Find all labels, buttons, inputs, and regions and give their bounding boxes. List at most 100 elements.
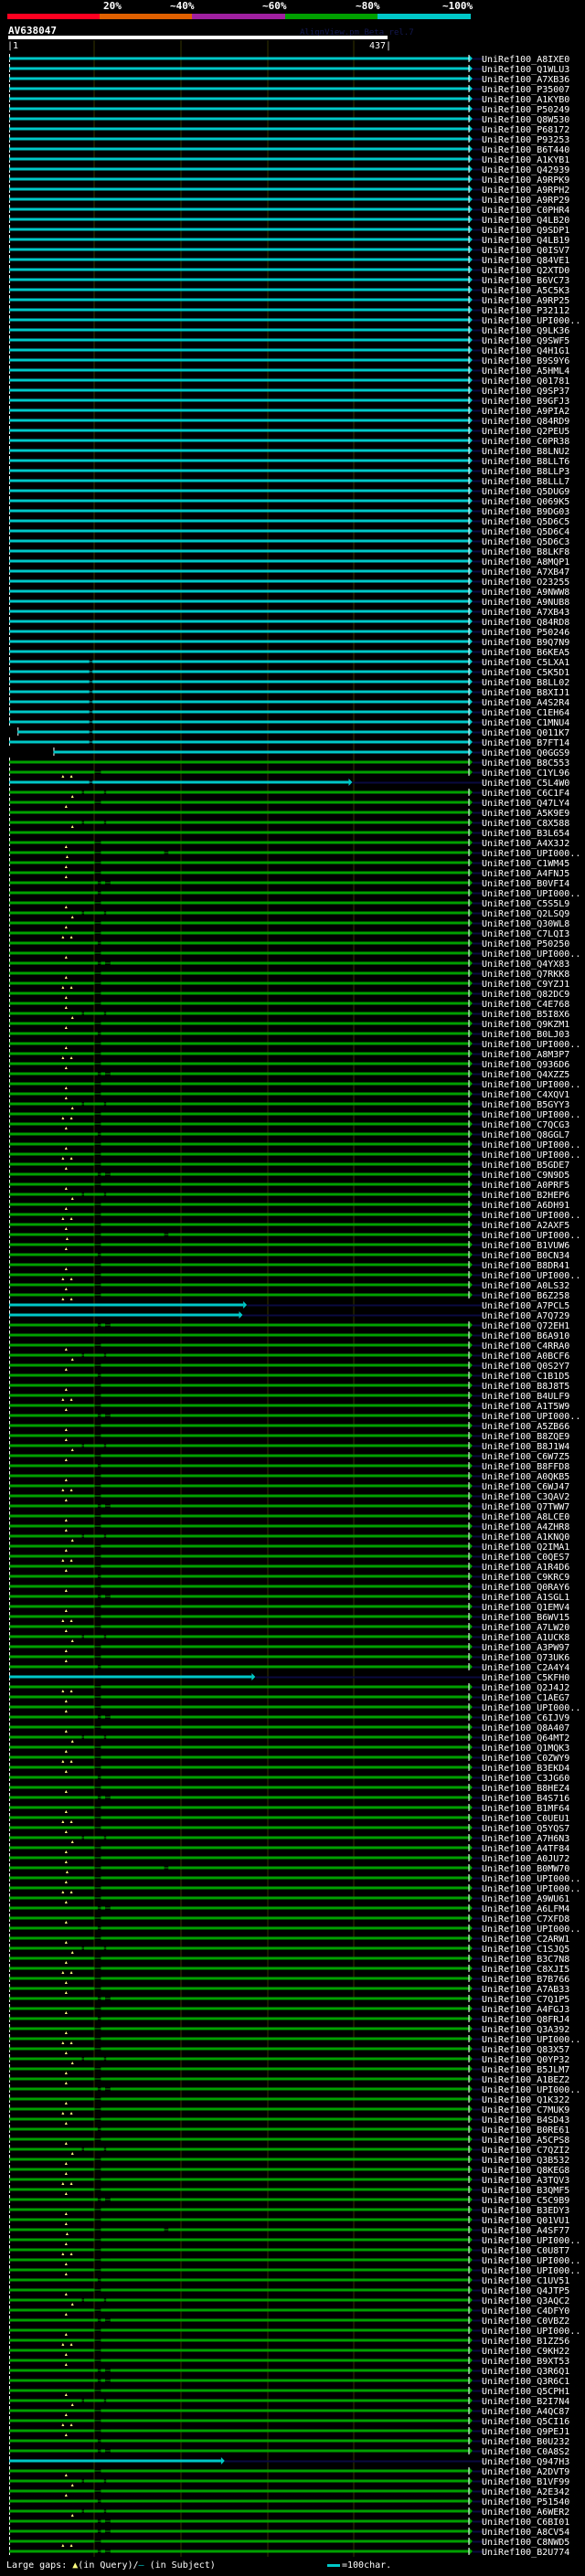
subject-label[interactable]: UniRef100_B8LKF8 — [482, 547, 569, 557]
subject-label[interactable]: UniRef100_A7H6N3 — [482, 1834, 569, 1844]
subject-label[interactable]: UniRef100_B9GFJ3 — [482, 397, 569, 407]
subject-label[interactable]: UniRef100_B0LJ03 — [482, 1030, 569, 1040]
alignment-row[interactable]: UniRef100_Q9KZM1 — [9, 1019, 569, 1030]
subject-label[interactable]: UniRef100_B0CN34 — [482, 1251, 569, 1261]
alignment-row[interactable]: UniRef100_A7LW20 — [9, 1622, 569, 1633]
alignment-row[interactable]: UniRef100_Q0RAY6 — [9, 1582, 569, 1593]
subject-label[interactable]: UniRef100_C4DFY0 — [482, 2306, 569, 2316]
subject-label[interactable]: UniRef100_Q947H3 — [482, 2457, 569, 2467]
alignment-row[interactable]: UniRef100_B0VFI4 — [9, 878, 569, 889]
subject-label[interactable]: UniRef100_UPI000.. — [482, 2266, 580, 2276]
alignment-row[interactable]: UniRef100_B8XIJ1 — [9, 687, 569, 698]
subject-label[interactable]: UniRef100_Q84VE1 — [482, 256, 569, 266]
subject-label[interactable]: UniRef100_Q9SDP1 — [482, 226, 569, 236]
subject-label[interactable]: UniRef100_C4RRA0 — [482, 1341, 569, 1352]
subject-label[interactable]: UniRef100_C0U8T7 — [482, 2246, 569, 2256]
alignment-row[interactable]: UniRef100_C5K5D1 — [9, 667, 569, 678]
alignment-row[interactable]: UniRef100_B2U774 — [9, 2547, 569, 2558]
alignment-row[interactable]: UniRef100_C9KH22 — [9, 2346, 569, 2357]
subject-label[interactable]: UniRef100_A3TQV3 — [482, 2176, 569, 2186]
alignment-row[interactable]: UniRef100_B1MF64 — [9, 1803, 569, 1814]
subject-label[interactable]: UniRef100_C9KRC9 — [482, 1573, 569, 1583]
alignment-row[interactable]: UniRef100_P51540 — [9, 2496, 569, 2507]
alignment-row[interactable]: UniRef100_B8LNU2 — [9, 446, 569, 457]
alignment-row[interactable]: UniRef100_A8MQP1 — [9, 557, 569, 567]
alignment-row[interactable]: UniRef100_A1KNQ0 — [9, 1532, 569, 1542]
subject-label[interactable]: UniRef100_UPI000.. — [482, 2035, 580, 2045]
alignment-row[interactable]: UniRef100_Q9PEJ1 — [9, 2426, 569, 2437]
alignment-row[interactable]: UniRef100_A8CV54 — [9, 2527, 569, 2538]
alignment-row[interactable]: UniRef100_C1B1D5 — [9, 1371, 569, 1382]
subject-label[interactable]: UniRef100_Q5CI16 — [482, 2417, 569, 2427]
alignment-row[interactable]: UniRef100_C1SJQ5 — [9, 1944, 569, 1955]
subject-label[interactable]: UniRef100_C5K5D1 — [482, 668, 569, 678]
alignment-row[interactable]: UniRef100_B3EDY3 — [9, 2205, 569, 2216]
subject-label[interactable]: UniRef100_A1T5W9 — [482, 1402, 569, 1412]
subject-label[interactable]: UniRef100_Q01VU1 — [482, 2216, 569, 2226]
alignment-row[interactable]: UniRef100_B6A910 — [9, 1330, 569, 1341]
alignment-row[interactable]: UniRef100_B0RE61 — [9, 2125, 569, 2136]
alignment-row[interactable]: UniRef100_C2ARW1 — [9, 1934, 569, 1945]
subject-label[interactable]: UniRef100_Q4LB19 — [482, 236, 569, 246]
alignment-row[interactable]: UniRef100_C8XJI5 — [9, 1964, 569, 1975]
subject-label[interactable]: UniRef100_P32112 — [482, 306, 569, 316]
alignment-row[interactable]: UniRef100_Q0S2Y7 — [9, 1361, 569, 1372]
alignment-row[interactable]: UniRef100_B5I8X6 — [9, 1009, 569, 1020]
subject-label[interactable]: UniRef100_C5C9B9 — [482, 2196, 569, 2206]
subject-label[interactable]: UniRef100_P93253 — [482, 135, 569, 145]
alignment-row[interactable]: UniRef100_Q9LK36 — [9, 325, 569, 336]
alignment-row[interactable]: UniRef100_Q9SDP1 — [9, 225, 569, 236]
subject-label[interactable]: UniRef100_A7PCL5 — [482, 1301, 569, 1311]
alignment-row[interactable]: UniRef100_C6C1F4 — [9, 788, 569, 799]
subject-label[interactable]: UniRef100_B5JLM7 — [482, 2065, 569, 2075]
subject-label[interactable]: UniRef100_A7AB33 — [482, 1985, 569, 1995]
subject-label[interactable]: UniRef100_Q0YP32 — [482, 2055, 569, 2065]
alignment-row[interactable]: UniRef100_B2HEP6 — [9, 1190, 569, 1201]
alignment-row[interactable]: UniRef100_B8LKF8 — [9, 546, 569, 557]
alignment-row[interactable]: UniRef100_A6DH91 — [9, 1200, 569, 1211]
alignment-row[interactable]: UniRef100_UPI000.. — [9, 315, 580, 326]
alignment-row[interactable]: UniRef100_C7Q1P5 — [9, 1994, 569, 2005]
alignment-row[interactable]: UniRef100_C6WJ47 — [9, 1481, 569, 1492]
alignment-row[interactable]: UniRef100_A8M3P7 — [9, 1049, 569, 1060]
subject-label[interactable]: UniRef100_A4ZHR8 — [482, 1522, 569, 1532]
subject-label[interactable]: UniRef100_B4S716 — [482, 1794, 569, 1804]
subject-label[interactable]: UniRef100_Q30WL8 — [482, 919, 569, 929]
subject-label[interactable]: UniRef100_Q64MT2 — [482, 1733, 569, 1744]
subject-label[interactable]: UniRef100_A9RP25 — [482, 296, 569, 306]
alignment-row[interactable]: UniRef100_Q8FRJ4 — [9, 2014, 569, 2025]
subject-label[interactable]: UniRef100_A0JU72 — [482, 1854, 569, 1864]
alignment-row[interactable]: UniRef100_A7XB36 — [9, 74, 569, 85]
subject-label[interactable]: UniRef100_A9NWW8 — [482, 588, 569, 598]
alignment-row[interactable]: UniRef100_Q2XTD0 — [9, 265, 569, 276]
alignment-row[interactable]: UniRef100_Q84VE1 — [9, 255, 569, 266]
alignment-row[interactable]: UniRef100_A9RPH2 — [9, 185, 569, 196]
alignment-row[interactable]: UniRef100_A1SGL1 — [9, 1592, 569, 1603]
subject-label[interactable]: UniRef100_A1UCK8 — [482, 1633, 569, 1643]
subject-label[interactable]: UniRef100_C1B1D5 — [482, 1372, 569, 1382]
alignment-row[interactable]: UniRef100_P50249 — [9, 104, 569, 115]
subject-label[interactable]: UniRef100_A0LS32 — [482, 1281, 569, 1291]
alignment-row[interactable]: UniRef100_UPI000.. — [9, 888, 580, 899]
subject-label[interactable]: UniRef100_A4FGJ3 — [482, 2005, 569, 2015]
alignment-row[interactable]: UniRef100_A4X3J2 — [9, 838, 569, 849]
alignment-row[interactable]: UniRef100_UPI000.. — [9, 1140, 580, 1150]
alignment-row[interactable]: UniRef100_B6Z258 — [9, 1290, 569, 1301]
alignment-row[interactable]: UniRef100_Q2LSQ9 — [9, 908, 569, 919]
subject-label[interactable]: UniRef100_Q01781 — [482, 376, 569, 387]
alignment-row[interactable]: UniRef100_C4XQV1 — [9, 1089, 569, 1100]
alignment-row[interactable]: UniRef100_P35007 — [9, 84, 569, 95]
alignment-row[interactable]: UniRef100_C1UV51 — [9, 2275, 569, 2286]
alignment-row[interactable]: UniRef100_A1BEZ2 — [9, 2074, 569, 2085]
subject-label[interactable]: UniRef100_A9PIA2 — [482, 407, 569, 417]
alignment-row[interactable]: UniRef100_UPI000.. — [9, 1210, 580, 1221]
alignment-row[interactable]: UniRef100_Q8KEG8 — [9, 2165, 569, 2176]
alignment-row[interactable]: UniRef100_Q1WLU3 — [9, 64, 569, 75]
subject-label[interactable]: UniRef100_Q47LY4 — [482, 799, 569, 809]
subject-label[interactable]: UniRef100_A4SF77 — [482, 2226, 569, 2236]
subject-label[interactable]: UniRef100_UPI000.. — [482, 949, 580, 959]
alignment-row[interactable]: UniRef100_C1AEG7 — [9, 1692, 569, 1703]
alignment-row[interactable]: UniRef100_Q84RD9 — [9, 416, 569, 427]
alignment-row[interactable]: UniRef100_Q42939 — [9, 164, 569, 175]
subject-label[interactable]: UniRef100_C6C1F4 — [482, 789, 569, 799]
